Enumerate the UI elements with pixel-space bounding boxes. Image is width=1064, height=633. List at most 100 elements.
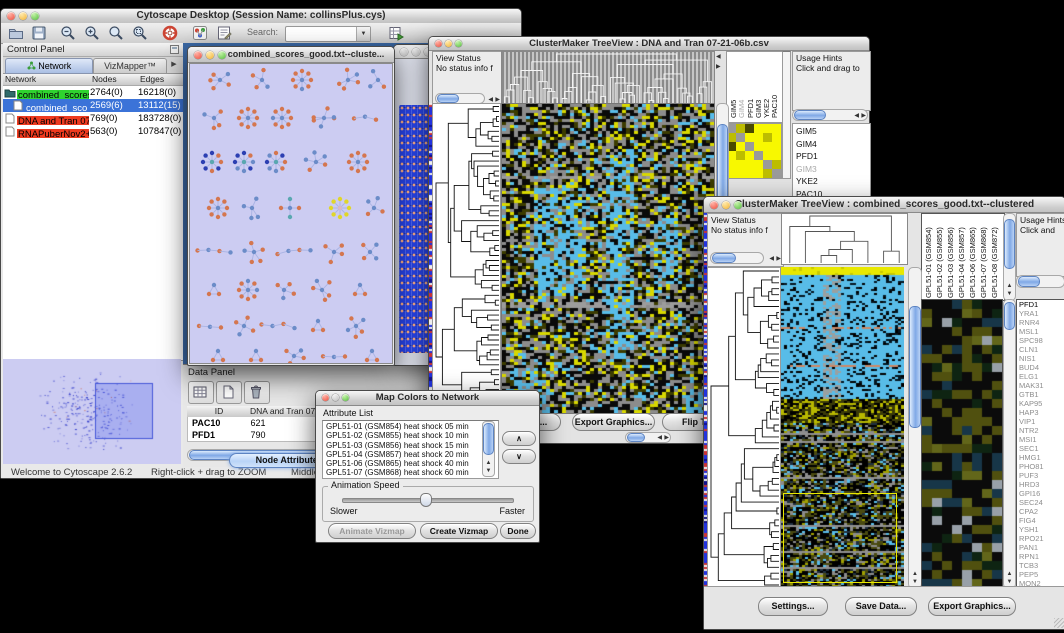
gene-dendrogram[interactable]: [707, 267, 781, 589]
scroll-up-icon[interactable]: ▲: [1007, 570, 1013, 578]
usage-hints-hscrollbar[interactable]: ◀ ▶: [792, 109, 868, 121]
move-up-button[interactable]: ∧: [502, 431, 536, 446]
zoom-fit-icon[interactable]: [105, 23, 127, 44]
resize-grip[interactable]: [1054, 618, 1064, 628]
gene-label[interactable]: BUD4: [1019, 363, 1064, 372]
table-mode-icon[interactable]: [188, 381, 214, 404]
gene-label[interactable]: YRA1: [1019, 309, 1064, 318]
zoom-out-icon[interactable]: [57, 23, 79, 44]
zoom-heatmap[interactable]: [921, 299, 1003, 589]
gene-label[interactable]: KAP95: [1019, 399, 1064, 408]
column-dendrogram[interactable]: [501, 51, 715, 105]
gene-label[interactable]: GIM5: [796, 125, 870, 138]
gene-label[interactable]: RPO21: [1019, 534, 1064, 543]
gene-label[interactable]: PAN1: [1019, 543, 1064, 552]
scroll-right-icon[interactable]: ▶: [664, 434, 669, 442]
network-view-window[interactable]: combined_scores_good.txt--cluste...: [187, 46, 395, 366]
gene-label[interactable]: SEC24: [1019, 498, 1064, 507]
scroll-up-icon[interactable]: ▲: [912, 570, 918, 578]
global-heatmap[interactable]: [501, 103, 715, 414]
export-graphics-button[interactable]: Export Graphics...: [928, 597, 1016, 616]
scroll-left-icon[interactable]: ◀: [769, 255, 774, 263]
gene-label[interactable]: PUF3: [1019, 471, 1064, 480]
scroll-right-icon[interactable]: ▶: [716, 63, 721, 71]
help-ring-icon[interactable]: [159, 23, 181, 44]
gene-label[interactable]: HAP3: [1019, 408, 1064, 417]
gene-label[interactable]: HRD3: [1019, 480, 1064, 489]
gene-label[interactable]: CPA2: [1019, 507, 1064, 516]
scroll-down-icon[interactable]: ▼: [486, 467, 492, 475]
gene-label[interactable]: TCB3: [1019, 561, 1064, 570]
column-header-nodes[interactable]: Nodes: [90, 74, 140, 85]
gene-label[interactable]: PEP5: [1019, 570, 1064, 579]
close-icon[interactable]: [710, 201, 718, 209]
gene-label[interactable]: GTB1: [1019, 390, 1064, 399]
scroll-up-icon[interactable]: ▲: [1007, 282, 1013, 290]
labels-vscrollbar[interactable]: ▲ ▼: [1003, 213, 1016, 301]
column-dendrogram[interactable]: [781, 213, 908, 265]
bottom-hscrollbar[interactable]: ◀ ▶: [625, 432, 671, 443]
tab-overflow-icon[interactable]: ▶: [167, 58, 181, 72]
network-window-titlebar[interactable]: combined_scores_good.txt--cluste...: [188, 47, 394, 63]
import-table-icon[interactable]: [385, 23, 407, 44]
network-list-item[interactable]: DNA and Tran 07769(0)183728(0): [3, 112, 183, 125]
zoom-window-icon[interactable]: [734, 201, 742, 209]
speed-slider-thumb[interactable]: [420, 493, 432, 507]
move-down-button[interactable]: ∨: [502, 449, 536, 464]
network-list-item[interactable]: combined_sco2569(6)13112(15): [3, 99, 183, 112]
attribute-list-vscrollbar[interactable]: ▲ ▼: [482, 421, 495, 477]
zoom-in-icon[interactable]: [81, 23, 103, 44]
close-icon[interactable]: [7, 12, 15, 20]
scroll-right-icon[interactable]: ▶: [861, 112, 866, 120]
network-canvas[interactable]: [189, 63, 393, 364]
zoom-window-icon[interactable]: [218, 51, 226, 59]
scroll-left-icon[interactable]: ◀: [854, 112, 859, 120]
birdseye-view[interactable]: [3, 359, 181, 464]
close-icon[interactable]: [322, 394, 329, 401]
search-dropdown-icon[interactable]: ▼: [356, 27, 370, 41]
gene-label[interactable]: YKE2: [796, 175, 870, 188]
view-status-hscrollbar[interactable]: [710, 252, 764, 264]
gene-dendrogram[interactable]: [432, 103, 501, 413]
gene-label[interactable]: FIG4: [1019, 516, 1064, 525]
close-icon[interactable]: [400, 48, 408, 56]
annotation-icon[interactable]: [213, 23, 235, 44]
treeview1-titlebar[interactable]: ClusterMaker TreeView : DNA and Tran 07-…: [429, 37, 869, 51]
settings-button[interactable]: Settings...: [758, 597, 828, 616]
new-attribute-icon[interactable]: [216, 381, 242, 404]
scroll-up-icon[interactable]: ▲: [486, 459, 492, 467]
save-session-icon[interactable]: [28, 23, 50, 44]
network-list-item[interactable]: combined_scores2764(0)16218(0): [3, 86, 183, 99]
minimize-icon[interactable]: [332, 394, 339, 401]
zoom-window-icon[interactable]: [455, 40, 462, 47]
gene-label[interactable]: HMG1: [1019, 453, 1064, 462]
dense-network-view[interactable]: [399, 105, 429, 353]
usage-hints-hscrollbar[interactable]: [1016, 275, 1064, 288]
animate-vizmap-button[interactable]: Animate Vizmap: [328, 523, 416, 539]
create-vizmap-button[interactable]: Create Vizmap: [420, 523, 498, 539]
zoom-vscrollbar[interactable]: ▲ ▼: [1003, 299, 1016, 589]
done-button[interactable]: Done: [500, 523, 536, 539]
close-icon[interactable]: [194, 51, 202, 59]
gene-label[interactable]: RNR4: [1019, 318, 1064, 327]
gene-label[interactable]: MAK31: [1019, 381, 1064, 390]
tab-network[interactable]: Network: [5, 58, 93, 74]
scroll-left-icon[interactable]: ◀: [657, 434, 662, 442]
attribute-list-item[interactable]: GPL51-07 (GSM868) heat shock 60 min: [326, 468, 498, 477]
gene-label[interactable]: CLN1: [1019, 345, 1064, 354]
column-header-network[interactable]: Network: [3, 74, 92, 85]
gene-label[interactable]: MSI1: [1019, 435, 1064, 444]
node-appearance-icon[interactable]: [189, 23, 211, 44]
open-session-icon[interactable]: [5, 23, 27, 44]
column-header-edges[interactable]: Edges: [138, 74, 185, 85]
gene-label[interactable]: NTR2: [1019, 426, 1064, 435]
attribute-list-item[interactable]: GPL51-02 (GSM855) heat shock 10 min: [326, 431, 498, 440]
gene-label[interactable]: GIM3: [796, 163, 870, 176]
delete-attribute-icon[interactable]: [244, 381, 270, 404]
minimize-icon[interactable]: [722, 201, 730, 209]
gene-label[interactable]: GPI16: [1019, 489, 1064, 498]
attribute-list-item[interactable]: GPL51-01 (GSM854) heat shock 05 min: [326, 422, 498, 431]
zoom-selected-icon[interactable]: [129, 23, 151, 44]
network-list-item[interactable]: RNAPuberNov2+563(0)107847(0): [3, 125, 183, 138]
minimize-icon[interactable]: [206, 51, 214, 59]
